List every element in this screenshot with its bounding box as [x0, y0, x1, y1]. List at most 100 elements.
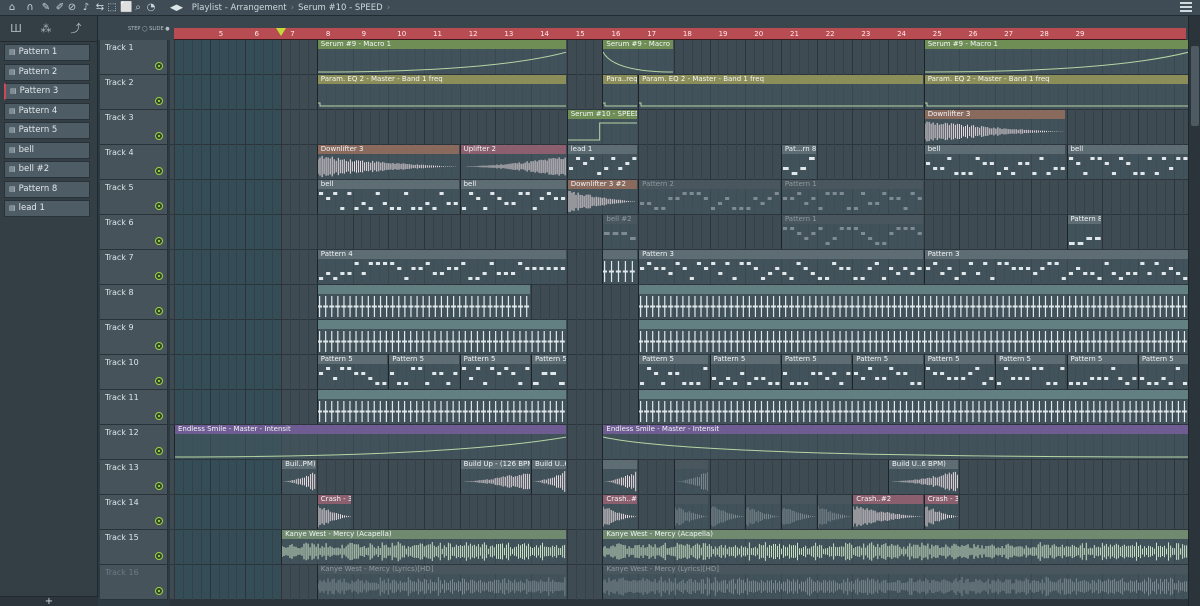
playlist-clip[interactable] [745, 495, 780, 529]
playlist-clip[interactable] [638, 320, 1188, 354]
track-enable-icon[interactable] [155, 517, 163, 525]
track-enable-icon[interactable] [155, 97, 163, 105]
track-enable-icon[interactable] [155, 342, 163, 350]
track-header[interactable]: Track 14 [100, 495, 168, 530]
pattern-item[interactable]: ▤ Pattern 1 [4, 44, 90, 61]
playlist-clip[interactable]: Pattern 5 [923, 355, 995, 389]
zoom-icon[interactable]: ⌕ [132, 2, 144, 14]
track-header[interactable]: Track 9 [100, 320, 168, 355]
track-enable-icon[interactable] [155, 587, 163, 595]
playlist-clip[interactable]: Build U..6 BPM) [888, 460, 959, 494]
pattern-item[interactable]: ▤ Pattern 4 [4, 102, 90, 120]
playlist-clip[interactable]: Param. EQ 2 - Master - Band 1 freq [923, 75, 1188, 109]
playlist-clip[interactable]: Kanye West - Mercy (Acapella) [602, 530, 1188, 564]
mute-icon[interactable]: ♪ [80, 2, 92, 14]
playlist-clip[interactable]: Endless Smile - Master - Intensit [174, 425, 566, 459]
track-header[interactable]: Track 3 [100, 110, 168, 145]
playlist-clip[interactable]: Serum #9 - Macro 1 [923, 40, 1188, 74]
playlist-clip[interactable] [673, 460, 709, 494]
playlist-clip[interactable]: bell #2 [602, 215, 638, 249]
pencil-icon[interactable]: ✎ [40, 2, 52, 14]
playlist-clip[interactable]: Crash - 3 [923, 495, 959, 529]
playlist-clip[interactable]: Pattern 5 [709, 355, 780, 389]
playlist-clip[interactable]: Buil..PM) [281, 460, 316, 494]
playlist-clip[interactable]: Pattern 3 [638, 250, 923, 284]
playlist-clip[interactable]: Downlifter 3 [923, 110, 1066, 144]
pattern-item[interactable]: ▤ bell [4, 141, 90, 159]
horizontal-scrollbar[interactable] [170, 600, 1188, 606]
playlist-clip[interactable] [709, 495, 745, 529]
playlist-clip[interactable]: Param. EQ 2 - Master - Band 1 freq [638, 75, 923, 109]
pattern-item[interactable]: ▤ Pattern 8 [4, 180, 90, 198]
playlist-clip[interactable]: Para..req [602, 75, 638, 109]
track-enable-icon[interactable] [155, 377, 163, 385]
playlist-clip[interactable]: Pattern 1 [780, 180, 923, 214]
track-enable-icon[interactable] [155, 167, 163, 175]
select-region-icon[interactable]: ⬜ [120, 2, 132, 14]
playlist-clip[interactable]: Build U..6 BPM) [531, 460, 566, 494]
track-enable-icon[interactable] [155, 202, 163, 210]
track-enable-icon[interactable] [155, 552, 163, 560]
playlist-clip[interactable] [673, 495, 709, 529]
playlist-clip[interactable]: Crash..#2 [602, 495, 638, 529]
track-header[interactable]: Track 2 [100, 75, 168, 110]
playlist-clip[interactable]: Kanye West - Mercy (Lyrics)[HD] [602, 565, 1188, 599]
playlist-clip[interactable]: Pattern 5 [1066, 355, 1137, 389]
track-header[interactable]: Track 6 [100, 215, 168, 250]
playlist-clip[interactable]: Pattern 5 [531, 355, 566, 389]
playlist-clip[interactable] [638, 285, 1188, 319]
playlist-clip[interactable]: Pattern 5 [388, 355, 459, 389]
playlist-clip[interactable]: Serum #9 - Macro 1 [602, 40, 673, 74]
playlist-clip[interactable]: Pattern 3 [923, 250, 1188, 284]
track-header[interactable]: Track 16 [100, 565, 168, 600]
track-header[interactable]: Track 7 [100, 250, 168, 285]
playlist-clip[interactable]: Serum #9 - Macro 1 [316, 40, 566, 74]
pattern-item[interactable]: ▤ bell #2 [4, 161, 90, 178]
playlist-clip[interactable]: Pattern 2 [638, 180, 780, 214]
playlist-clip[interactable]: bell [459, 180, 566, 214]
audio-icon[interactable]: ⁂ [36, 22, 56, 36]
playlist-clip[interactable]: Pattern 5 [1137, 355, 1188, 389]
playlist-clip[interactable]: Pattern 1 [780, 215, 923, 249]
playlist-clip[interactable]: Uplifter 2 [459, 145, 566, 179]
playlist-clip[interactable]: Pattern 5 [995, 355, 1066, 389]
delete-icon[interactable]: ⊘ [66, 2, 78, 14]
playlist-clip[interactable]: Build Up - (126 BPM) [459, 460, 530, 494]
track-enable-icon[interactable] [155, 132, 163, 140]
playlist-clip[interactable]: Downlifter 3 #2 [566, 180, 638, 214]
track-enable-icon[interactable] [155, 307, 163, 315]
track-enable-icon[interactable] [155, 482, 163, 490]
track-header[interactable]: Track 12 [100, 425, 168, 460]
playlist-grid[interactable]: Serum #9 - Macro 1 Serum #9 - Macro 1 Seru… [170, 40, 1188, 606]
vertical-scrollbar[interactable] [1188, 16, 1200, 606]
track-enable-icon[interactable] [155, 237, 163, 245]
slip-icon[interactable]: ⇆ [94, 2, 106, 14]
playlist-clip[interactable] [780, 495, 816, 529]
playlist-clip[interactable]: Pattern 8 [1066, 215, 1102, 249]
automation-icon[interactable]: ⤴ [66, 22, 86, 36]
playlist-clip[interactable]: bell [316, 180, 459, 214]
track-header[interactable]: Track 5 [100, 180, 168, 215]
menu-icon[interactable] [1180, 2, 1192, 13]
playlist-clip[interactable]: Pattern 4 [316, 250, 566, 284]
playlist-clip[interactable]: bell [923, 145, 1066, 179]
track-header[interactable]: Track 1 [100, 40, 168, 75]
track-header[interactable]: Track 10 [100, 355, 168, 390]
track-enable-icon[interactable] [155, 447, 163, 455]
playlist-clip[interactable]: Crash..#2 [852, 495, 923, 529]
scrollbar-thumb[interactable] [1191, 46, 1199, 126]
playlist-clip[interactable]: Pattern 5 [316, 355, 388, 389]
playlist-clip[interactable] [638, 390, 1188, 424]
playlist-clip[interactable]: Serum #10 - SPEED [566, 110, 638, 144]
pattern-item[interactable]: ▤ Pattern 5 [4, 122, 90, 139]
pattern-item[interactable]: ▤ Pattern 3 [4, 83, 90, 100]
playlist-clip[interactable]: Downlifter 3 [316, 145, 459, 179]
play-icon[interactable]: ◔ [145, 2, 157, 14]
playlist-clip[interactable]: Param. EQ 2 - Master - Band 1 freq [316, 75, 566, 109]
playlist-clip[interactable]: Kanye West - Mercy (Acapella) [281, 530, 566, 564]
playlist-clip[interactable]: Pattern 5 [780, 355, 852, 389]
track-header[interactable]: Track 4 [100, 145, 168, 180]
track-header[interactable]: Track 11 [100, 390, 168, 425]
select-icon[interactable]: ⬚ [106, 2, 118, 14]
playlist-clip[interactable] [602, 250, 638, 284]
